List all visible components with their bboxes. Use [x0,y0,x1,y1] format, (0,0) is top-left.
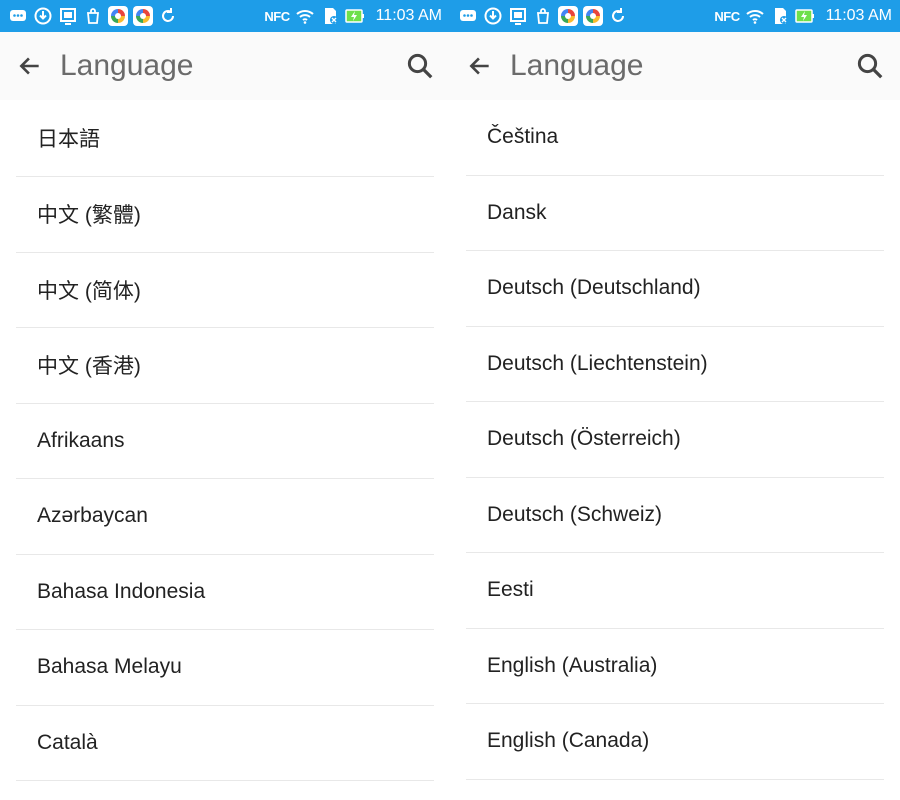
list-item[interactable]: Deutsch (Liechtenstein) [466,327,884,402]
toolbar: Language [450,32,900,100]
download-icon [483,6,503,26]
sd-card-icon [770,6,790,26]
toolbar: Language [0,32,450,100]
list-item[interactable]: 日本語 [16,100,434,177]
language-label: Deutsch (Schweiz) [487,502,663,526]
list-item[interactable]: 中文 (简体) [16,253,434,328]
download-icon [33,6,53,26]
list-item[interactable]: Bahasa Melayu [16,630,434,706]
list-item[interactable]: Azərbaycan [16,479,434,555]
page-title: Language [60,49,194,82]
right-screen: NFC 11:03 AM Language Čeština Dansk Deut… [450,0,900,800]
language-label: 中文 (香港) [37,355,141,379]
chat-icon [8,6,28,26]
search-icon[interactable] [404,50,436,82]
language-label: Eesti [487,578,534,602]
list-item[interactable]: Bahasa Indonesia [16,555,434,630]
list-item[interactable]: English (Canada) [466,704,884,780]
bag-icon [83,6,103,26]
list-item[interactable]: Afrikaans [16,404,434,479]
battery-charging-icon [344,6,365,26]
language-label: Català [37,730,98,754]
language-list: 日本語 中文 (繁體) 中文 (简体) 中文 (香港) Afrikaans Az… [0,100,450,781]
language-label: 日本語 [37,128,100,151]
page-title: Language [510,49,644,82]
bag-icon [533,6,553,26]
list-item[interactable]: Català [16,706,434,781]
list-item[interactable]: English (Australia) [466,629,884,704]
wifi-icon [295,6,315,26]
language-label: English (Australia) [487,653,658,677]
sync-icon [158,6,178,26]
language-label: Bahasa Indonesia [37,579,206,603]
chat-icon [458,6,478,26]
language-label: Bahasa Melayu [37,655,182,679]
language-label: Čeština [487,125,559,149]
search-icon[interactable] [854,50,886,82]
sync-icon [608,6,628,26]
status-bar: NFC 11:03 AM [0,0,450,32]
language-label: Afrikaans [37,428,125,452]
nfc-icon: NFC [264,8,290,24]
app-icon [583,6,603,26]
left-screen: NFC 11:03 AM Language 日本語 中文 (繁體) 中文 (简体… [0,0,450,800]
sd-card-icon [320,6,340,26]
status-bar: NFC 11:03 AM [450,0,900,32]
list-item[interactable]: Eesti [466,553,884,629]
language-label: English (Canada) [487,729,650,753]
battery-charging-icon [794,6,815,26]
list-item[interactable]: Dansk [466,176,884,251]
screenshot-icon [58,6,78,26]
arrow-back-icon[interactable] [466,52,494,80]
language-list: Čeština Dansk Deutsch (Deutschland) Deut… [450,100,900,780]
list-item[interactable]: Čeština [466,100,884,176]
language-label: Deutsch (Deutschland) [487,276,701,300]
list-item[interactable]: 中文 (繁體) [16,177,434,253]
list-item[interactable]: Deutsch (Deutschland) [466,251,884,327]
app-icon [133,6,153,26]
language-label: 中文 (繁體) [37,204,141,228]
language-label: Azərbaycan [37,504,148,528]
list-item[interactable]: Deutsch (Schweiz) [466,478,884,553]
wifi-icon [745,6,765,26]
language-label: 中文 (简体) [37,279,141,303]
app-icon [108,6,128,26]
language-label: Deutsch (Liechtenstein) [487,351,708,375]
screenshot-icon [508,6,528,26]
arrow-back-icon[interactable] [16,52,44,80]
list-item[interactable]: 中文 (香港) [16,328,434,404]
clock: 11:03 AM [825,7,892,24]
app-icon [558,6,578,26]
language-label: Dansk [487,200,547,224]
clock: 11:03 AM [375,7,442,24]
language-label: Deutsch (Österreich) [487,427,681,451]
nfc-icon: NFC [714,8,740,24]
list-item[interactable]: Deutsch (Österreich) [466,402,884,478]
